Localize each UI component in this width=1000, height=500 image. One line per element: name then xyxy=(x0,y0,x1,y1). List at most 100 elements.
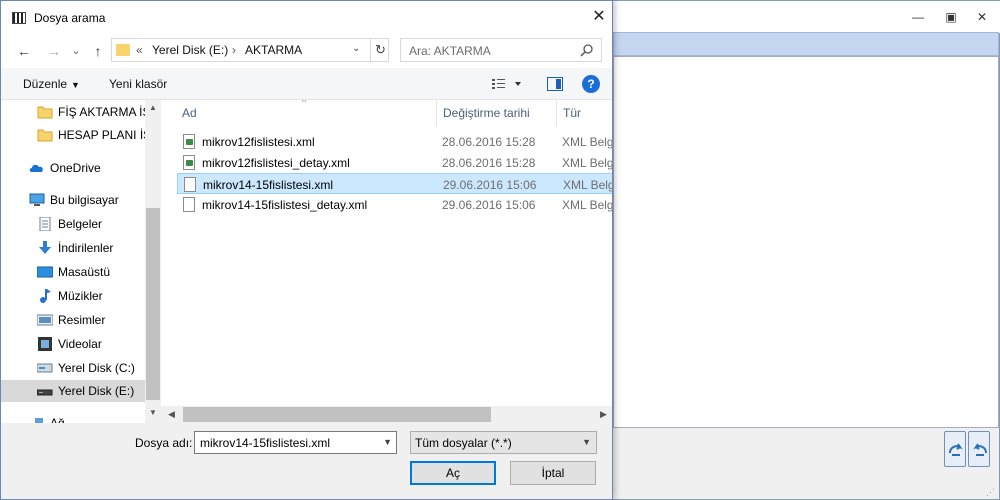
documents-icon xyxy=(39,217,51,231)
file-list: Ad ^ Değiştirme tarihi Tür mikrov12fisli… xyxy=(161,100,612,423)
folder-icon xyxy=(37,106,53,119)
sidebar-item-drive-e[interactable]: Yerel Disk (E:) xyxy=(1,380,145,402)
sidebar-item-label: OneDrive xyxy=(50,161,101,175)
sidebar-item-network[interactable]: Ağ xyxy=(1,412,145,423)
file-name: mikrov14-15fislistesi.xml xyxy=(203,178,334,192)
horizontal-scrollbar[interactable]: ◀ ▶ xyxy=(161,406,612,423)
up-arrow-icon[interactable]: ↑ xyxy=(89,42,107,60)
dialog-title: Dosya arama xyxy=(34,11,106,25)
sidebar-item-label: Yerel Disk (E:) xyxy=(58,384,135,398)
restore-icon[interactable]: ▣ xyxy=(942,9,960,25)
background-content-pane xyxy=(613,56,999,428)
file-type: XML Belge xyxy=(562,156,612,170)
back-arrow-icon[interactable]: ← xyxy=(15,42,33,60)
scroll-up-icon[interactable]: ▲ xyxy=(145,100,161,116)
file-row-selected[interactable]: mikrov14-15fislistesi.xml 29.06.2016 15:… xyxy=(177,173,612,194)
drive-icon xyxy=(37,389,53,396)
preview-pane-icon[interactable] xyxy=(547,77,563,91)
command-toolbar: Düzenle ▼ Yeni klasör ? xyxy=(1,68,612,100)
organize-button[interactable]: Düzenle ▼ xyxy=(23,77,80,91)
address-bar[interactable]: « Yerel Disk (E:) › AKTARMA ⌄ ↻ xyxy=(111,38,389,62)
sidebar-item-this-pc[interactable]: Bu bilgisayar xyxy=(1,189,145,211)
sidebar-item-onedrive[interactable]: OneDrive xyxy=(1,157,145,179)
breadcrumb-folder[interactable]: AKTARMA xyxy=(245,43,302,57)
column-divider[interactable] xyxy=(436,100,437,126)
forward-arrow-icon[interactable]: → xyxy=(45,42,63,60)
filename-value[interactable]: mikrov14-15fislistesi.xml xyxy=(200,436,330,450)
scrollbar-thumb[interactable] xyxy=(183,407,491,422)
file-type: XML Belge xyxy=(562,198,612,212)
computer-icon xyxy=(29,193,45,206)
navigation-scrollbar[interactable]: ▲ ▼ xyxy=(145,100,161,423)
scrollbar-thumb[interactable] xyxy=(146,208,160,400)
sidebar-item-fis-aktarma[interactable]: FİŞ AKTARMA İŞ xyxy=(1,101,150,123)
search-box[interactable]: Ara: AKTARMA xyxy=(400,38,602,62)
help-icon[interactable]: ? xyxy=(582,75,600,93)
organize-label: Düzenle xyxy=(23,77,68,91)
scroll-down-icon[interactable]: ▼ xyxy=(145,405,161,421)
scroll-right-icon[interactable]: ▶ xyxy=(595,406,612,423)
refresh-icon[interactable]: ↻ xyxy=(370,39,390,61)
navigation-bar: ← → ⌄ ↑ « Yerel Disk (E:) › AKTARMA ⌄ ↻ … xyxy=(1,34,612,68)
file-icon xyxy=(184,177,196,192)
recent-locations-dropdown-icon[interactable]: ⌄ xyxy=(67,42,85,60)
sidebar-item-music[interactable]: Müzikler xyxy=(1,285,145,307)
breadcrumb-overflow[interactable]: « xyxy=(136,43,143,57)
app-icon xyxy=(12,12,26,24)
resize-grip[interactable]: ⋰ xyxy=(986,487,996,497)
breadcrumb-drive[interactable]: Yerel Disk (E:) xyxy=(152,43,228,57)
sidebar-item-label: HESAP PLANI İŞİ xyxy=(58,128,155,142)
navigation-pane: FİŞ AKTARMA İŞ HESAP PLANI İŞİ OneDrive … xyxy=(1,100,161,423)
close-button[interactable]: ✕ xyxy=(589,7,609,27)
search-icon xyxy=(580,44,593,57)
open-button[interactable]: Aç xyxy=(410,461,496,485)
chevron-down-icon[interactable]: ⌄ xyxy=(352,43,360,54)
file-row[interactable]: mikrov12fislistesi_detay.xml 28.06.2016 … xyxy=(177,152,612,173)
file-date: 28.06.2016 15:28 xyxy=(442,135,536,149)
column-header-name[interactable]: Ad xyxy=(182,100,197,126)
background-header-band xyxy=(613,32,999,56)
chevron-down-icon[interactable]: ▼ xyxy=(582,437,591,447)
sidebar-item-desktop[interactable]: Masaüstü xyxy=(1,261,145,283)
sidebar-item-drive-c[interactable]: Yerel Disk (C:) xyxy=(1,357,145,379)
filename-field[interactable]: mikrov14-15fislistesi.xml ▼ xyxy=(194,431,397,454)
view-options-icon[interactable] xyxy=(491,77,521,91)
file-row[interactable]: mikrov14-15fislistesi_detay.xml 29.06.20… xyxy=(177,194,612,215)
file-name: mikrov12fislistesi.xml xyxy=(202,135,315,149)
filetype-select[interactable]: Tüm dosyalar (*.*) ▼ xyxy=(410,431,597,454)
sidebar-item-label: Resimler xyxy=(58,313,106,327)
import-button[interactable] xyxy=(944,431,966,467)
import-icon xyxy=(949,443,963,456)
sidebar-item-hesap-plani[interactable]: HESAP PLANI İŞİ xyxy=(1,124,155,146)
sidebar-item-label: Videolar xyxy=(58,337,102,351)
sidebar-item-downloads[interactable]: İndirilenler xyxy=(1,237,145,259)
search-input[interactable]: Ara: AKTARMA xyxy=(409,44,491,58)
column-header-date[interactable]: Değiştirme tarihi xyxy=(443,100,530,126)
desktop-icon xyxy=(37,266,53,278)
filename-label: Dosya adı: xyxy=(135,436,193,450)
videos-icon xyxy=(38,337,52,351)
sidebar-item-videos[interactable]: Videolar xyxy=(1,333,145,355)
export-button[interactable] xyxy=(968,431,990,467)
dialog-title-bar: Dosya arama ✕ xyxy=(1,1,612,34)
chevron-down-icon[interactable]: ▼ xyxy=(383,437,392,447)
new-folder-button[interactable]: Yeni klasör xyxy=(109,77,167,91)
file-date: 29.06.2016 15:06 xyxy=(442,198,536,212)
file-name: mikrov12fislistesi_detay.xml xyxy=(202,156,350,170)
minimize-icon[interactable]: — xyxy=(909,9,927,25)
breadcrumb-separator: › xyxy=(232,43,236,57)
column-divider[interactable] xyxy=(556,100,557,126)
close-icon[interactable]: ✕ xyxy=(973,9,991,25)
sidebar-item-label: Masaüstü xyxy=(58,265,111,279)
sidebar-item-documents[interactable]: Belgeler xyxy=(1,213,145,235)
folder-icon xyxy=(37,129,53,142)
pictures-icon xyxy=(37,314,53,326)
drive-icon xyxy=(37,363,53,373)
scroll-left-icon[interactable]: ◀ xyxy=(163,406,180,423)
sidebar-item-pictures[interactable]: Resimler xyxy=(1,309,145,331)
caret-down-icon: ▼ xyxy=(71,80,80,90)
column-header-type[interactable]: Tür xyxy=(563,100,581,126)
background-bottom-bar xyxy=(613,429,999,471)
file-row[interactable]: mikrov12fislistesi.xml 28.06.2016 15:28 … xyxy=(177,131,612,152)
cancel-button[interactable]: İptal xyxy=(510,461,596,485)
